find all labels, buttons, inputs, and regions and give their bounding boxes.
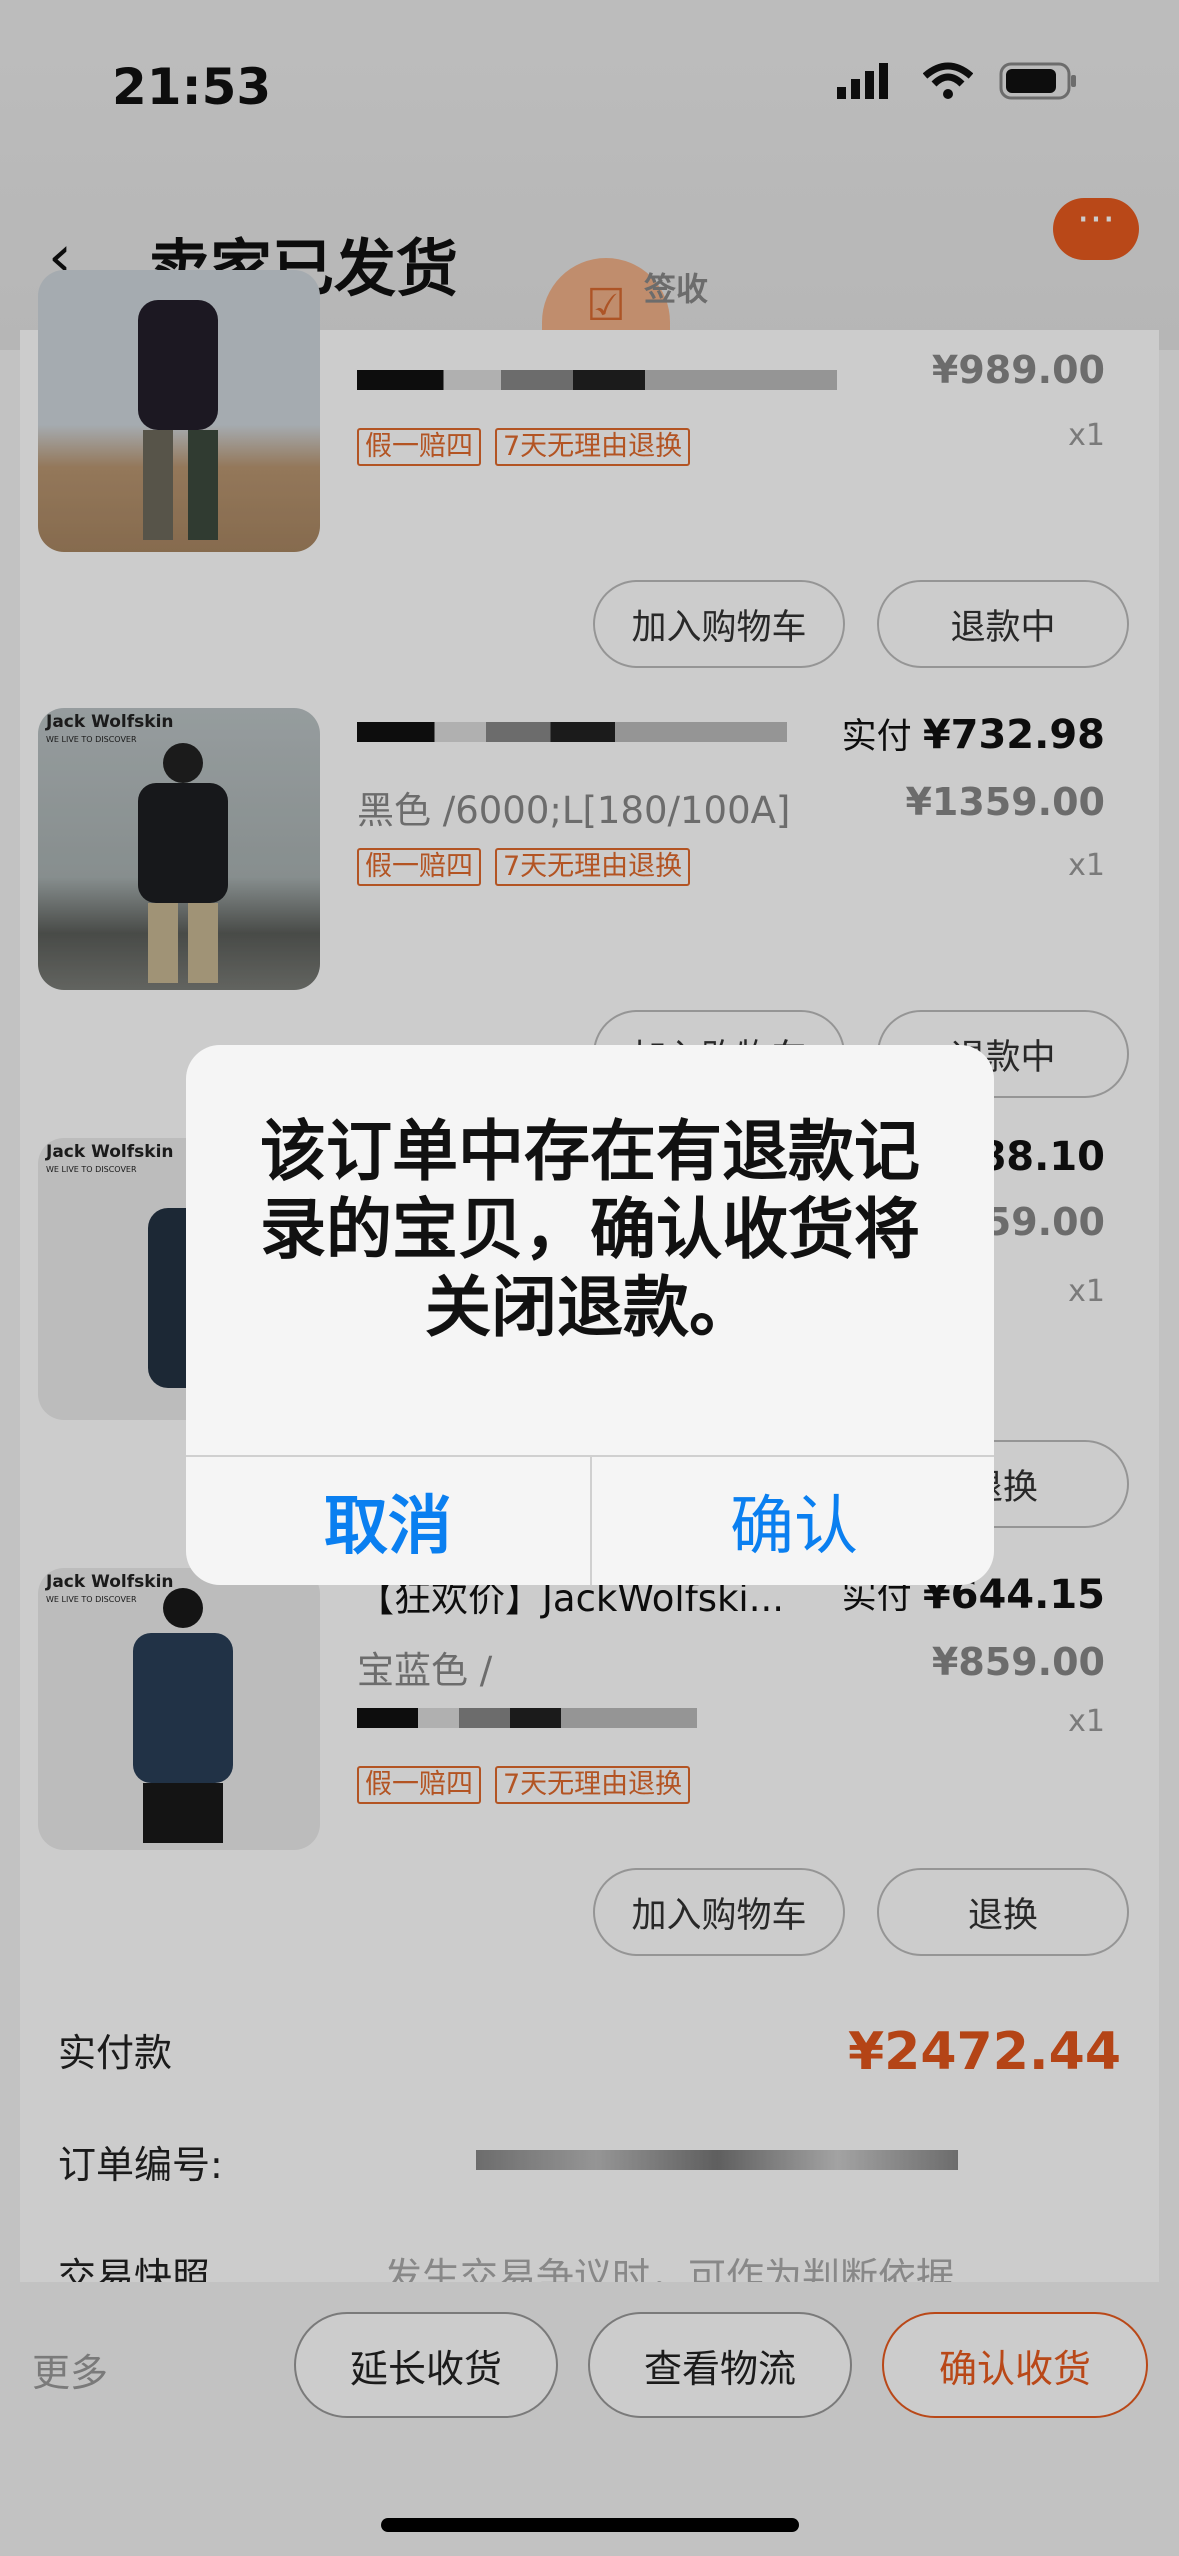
- alert-message: 该订单中存在有退款记录的宝贝，确认收货将关闭退款。: [260, 1113, 920, 1346]
- confirm-alert-dialog: 该订单中存在有退款记录的宝贝，确认收货将关闭退款。 取消 确认: [186, 1045, 994, 1585]
- confirm-button[interactable]: 确认: [592, 1457, 994, 1585]
- cancel-button[interactable]: 取消: [186, 1457, 590, 1585]
